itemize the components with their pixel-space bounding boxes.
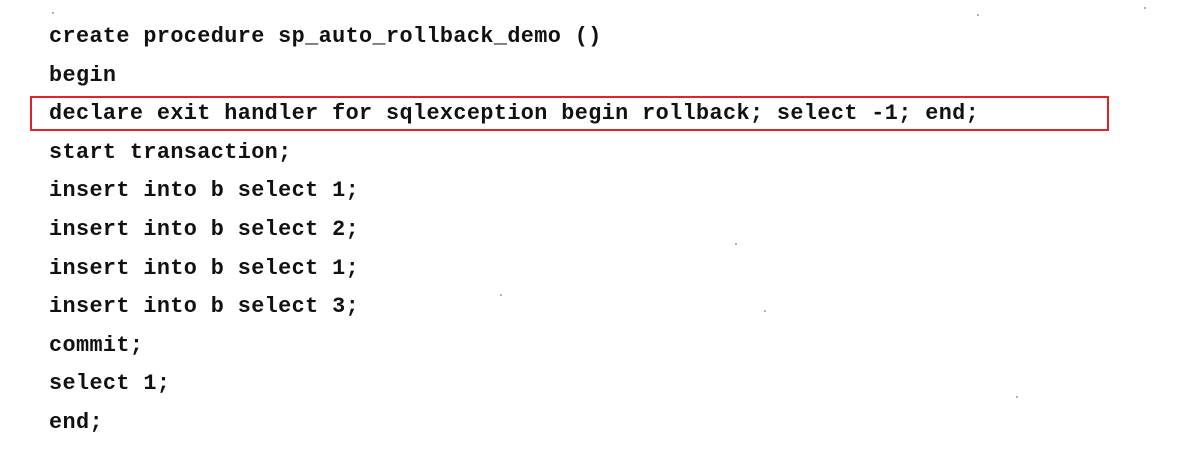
code-line: insert into b select 2;	[49, 216, 360, 242]
scan-speck	[735, 243, 737, 245]
code-line: create procedure sp_auto_rollback_demo (…	[49, 24, 602, 49]
code-line: insert into b select 1;	[49, 255, 360, 281]
scan-speck	[500, 294, 502, 296]
scan-speck	[1144, 7, 1146, 9]
code-line: insert into b select 1;	[49, 178, 360, 204]
code-line-highlighted: declare exit handler for sqlexception be…	[49, 101, 980, 127]
code-line: end;	[49, 409, 103, 435]
code-line: select 1;	[49, 371, 171, 397]
sql-code-listing: create procedure sp_auto_rollback_demo (…	[49, 18, 979, 443]
code-line: commit;	[49, 332, 144, 358]
scan-speck	[1016, 396, 1018, 398]
scan-speck	[52, 12, 54, 14]
scan-speck	[764, 310, 766, 312]
code-line: begin	[49, 62, 117, 88]
code-line: insert into b select 3;	[49, 294, 360, 320]
scan-speck	[977, 14, 979, 16]
code-line: start transaction;	[49, 139, 292, 165]
